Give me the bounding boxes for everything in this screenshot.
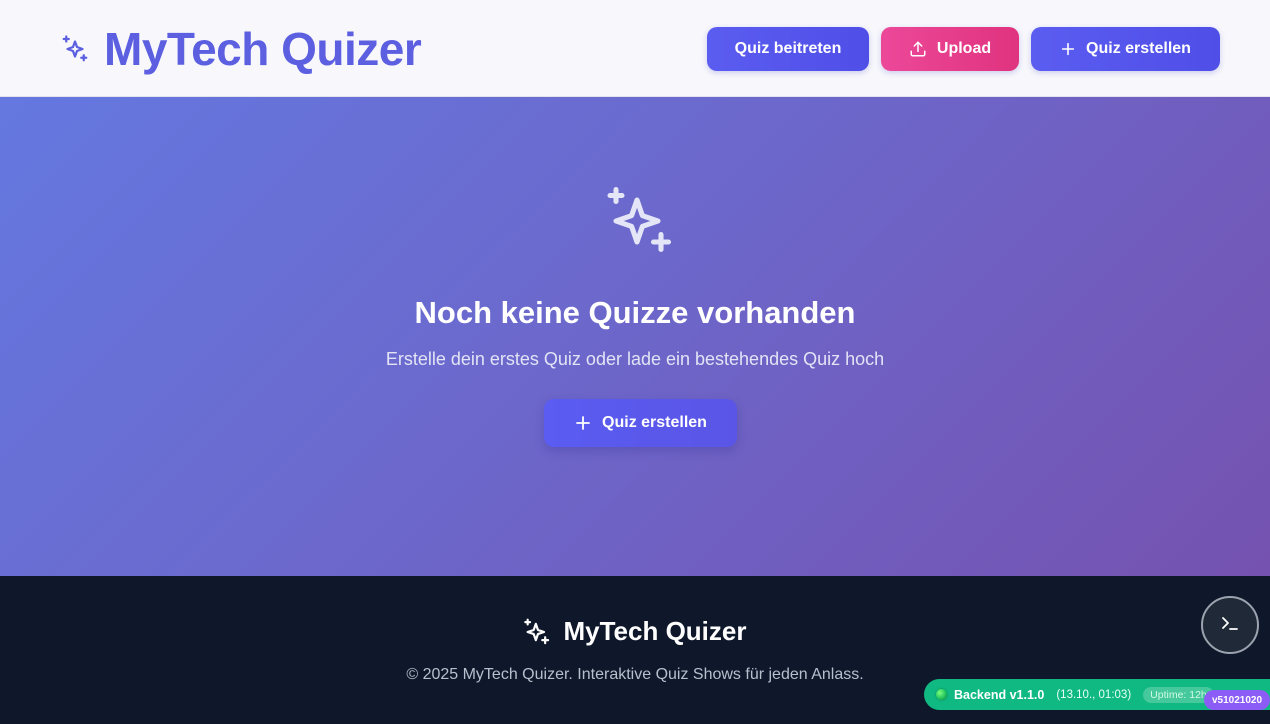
create-quiz-button[interactable]: Quiz erstellen	[1031, 27, 1220, 71]
backend-version-label: Backend v1.1.0	[954, 687, 1045, 702]
terminal-icon	[1218, 611, 1242, 640]
join-quiz-button[interactable]: Quiz beitreten	[707, 27, 869, 71]
plus-icon	[574, 414, 592, 432]
sparkles-icon	[523, 618, 551, 646]
frontend-version-badge: v51021020	[1204, 690, 1270, 710]
empty-state-title: Noch keine Quizze vorhanden	[414, 295, 856, 330]
sparkles-icon	[60, 33, 92, 65]
upload-label: Upload	[936, 40, 992, 57]
hero-create-quiz-button[interactable]: Quiz erstellen	[544, 399, 737, 447]
sparkles-icon	[604, 185, 676, 257]
backend-timestamp: (13.10., 01:03)	[1056, 688, 1132, 701]
create-quiz-label: Quiz erstellen	[1086, 40, 1191, 57]
plus-icon	[1060, 41, 1076, 57]
upload-button[interactable]: Upload	[881, 27, 1019, 71]
brand-logo[interactable]: MyTech Quizer	[60, 23, 422, 75]
status-indicator-icon	[936, 689, 947, 700]
empty-state-section: Noch keine Quizze vorhanden Erstelle dei…	[0, 97, 1270, 576]
upload-icon	[909, 40, 927, 58]
empty-state-subtitle: Erstelle dein erstes Quiz oder lade ein …	[385, 349, 885, 369]
terminal-button[interactable]	[1201, 596, 1259, 654]
footer-brand: MyTech Quizer	[0, 616, 1270, 647]
hero-create-quiz-label: Quiz erstellen	[602, 414, 707, 431]
join-quiz-label: Quiz beitreten	[734, 40, 842, 57]
top-header: MyTech Quizer Quiz beitreten Upload Quiz…	[0, 0, 1270, 97]
footer-brand-title: MyTech Quizer	[563, 616, 747, 646]
brand-title: MyTech Quizer	[104, 23, 422, 75]
